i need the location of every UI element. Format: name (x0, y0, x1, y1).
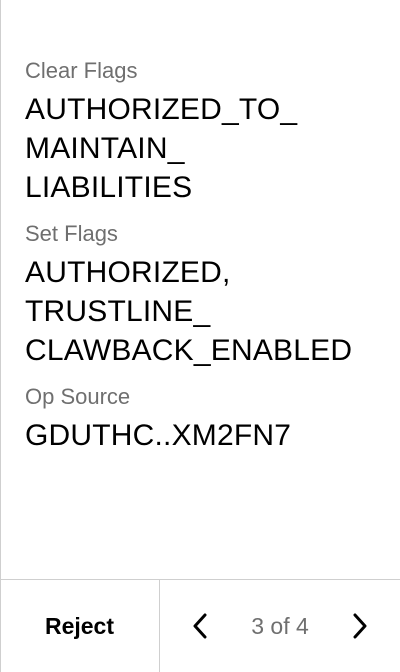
pager: 3 of 4 (160, 580, 400, 672)
chevron-left-icon[interactable] (188, 610, 212, 642)
op-source-field: Op Source GDUTHC..XM2FN7 (25, 382, 380, 455)
op-source-label: Op Source (25, 384, 131, 409)
chevron-right-icon[interactable] (348, 610, 372, 642)
footer-bar: Reject 3 of 4 (0, 579, 400, 672)
clear-flags-value: AUTHORIZED_TO_ MAINTAIN_ LIABILITIES (25, 93, 298, 204)
operation-details: Clear Flags AUTHORIZED_TO_ MAINTAIN_ LIA… (25, 56, 380, 467)
left-border (0, 0, 1, 672)
op-source-value: GDUTHC..XM2FN7 (25, 419, 292, 452)
set-flags-value: AUTHORIZED, TRUSTLINE_ CLAWBACK_ENABLED (25, 256, 353, 367)
set-flags-label: Set Flags (25, 221, 118, 246)
clear-flags-field: Clear Flags AUTHORIZED_TO_ MAINTAIN_ LIA… (25, 56, 380, 207)
set-flags-field: Set Flags AUTHORIZED, TRUSTLINE_ CLAWBAC… (25, 219, 380, 370)
page-indicator: 3 of 4 (251, 612, 309, 639)
clear-flags-label: Clear Flags (25, 58, 138, 83)
reject-button[interactable]: Reject (0, 580, 160, 672)
